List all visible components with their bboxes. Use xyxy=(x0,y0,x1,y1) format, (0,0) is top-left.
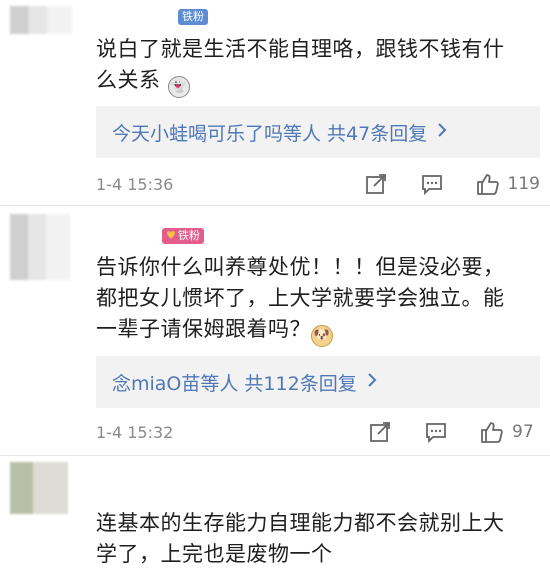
comment-text-line: 么关系 👻 xyxy=(96,65,536,98)
reply-summary[interactable]: 今天小蛙喝可乐了吗等人 共47条回复 xyxy=(96,106,540,158)
comment-text-span: 么关系 xyxy=(96,68,161,92)
divider xyxy=(0,205,550,206)
share-icon[interactable] xyxy=(364,172,388,196)
comment-text-line: 连基本的生存能力自理能力都不会就别上大 xyxy=(96,511,505,535)
reply-summary[interactable]: 念miaO苗等人 共112条回复 xyxy=(96,356,540,408)
comment-text: 连基本的生存能力自理能力都不会就别上大 学了，上完也是废物一个 xyxy=(96,508,536,570)
doge-emoji-icon: 🐶 xyxy=(311,325,333,347)
chevron-right-icon xyxy=(437,122,447,143)
comment-text-line: 都把女儿惯坏了，上大学就要学会独立。能 xyxy=(96,286,505,310)
comment-time: 1-4 15:36 xyxy=(96,174,174,194)
comment-meta: 1-4 15:36 119 xyxy=(96,172,540,196)
reply-summary-text[interactable]: 念miaO苗等人 共112条回复 xyxy=(112,369,357,396)
comment-meta: 1-4 15:32 97 xyxy=(96,420,540,444)
share-icon[interactable] xyxy=(368,420,392,444)
like-count: 97 xyxy=(512,422,534,442)
comment-text: 说白了就是生活不能自理咯，跟钱不钱有什 么关系 👻 xyxy=(96,34,536,98)
avatar[interactable] xyxy=(10,462,68,514)
fan-badge: 铁粉 xyxy=(178,9,208,25)
thumbs-up-icon[interactable] xyxy=(480,420,504,444)
avatar[interactable] xyxy=(10,214,70,280)
like-count: 119 xyxy=(507,174,540,194)
comment-text-line: 一辈子请保姆跟着吗？ 🐶 xyxy=(96,314,536,347)
divider xyxy=(0,455,550,456)
comment-text: 告诉你什么叫养尊处优！！！但是没必要， 都把女儿惯坏了，上大学就要学会独立。能 … xyxy=(96,252,536,347)
comment-time: 1-4 15:32 xyxy=(96,422,174,442)
comment-text-line: 学了，上完也是废物一个 xyxy=(96,542,333,566)
comment-text-line: 说白了就是生活不能自理咯，跟钱不钱有什 xyxy=(96,37,505,61)
comment-icon[interactable] xyxy=(424,420,448,444)
reply-summary-text[interactable]: 今天小蛙喝可乐了吗等人 共47条回复 xyxy=(112,119,427,146)
ghost-emoji-icon: 👻 xyxy=(167,76,190,98)
fan-badge: ♥ 铁粉 xyxy=(162,228,204,244)
comment-icon[interactable] xyxy=(420,172,444,196)
comment-text-span: 一辈子请保姆跟着吗？ xyxy=(96,317,311,341)
badge-label: 铁粉 xyxy=(182,10,204,23)
badge-label: 铁粉 xyxy=(177,229,200,242)
comment-text-line: 告诉你什么叫养尊处优！！！但是没必要， xyxy=(96,255,505,279)
chevron-right-icon xyxy=(367,372,377,393)
thumbs-up-icon[interactable] xyxy=(476,172,500,196)
avatar[interactable] xyxy=(10,6,72,34)
heart-icon: ♥ xyxy=(166,229,176,242)
